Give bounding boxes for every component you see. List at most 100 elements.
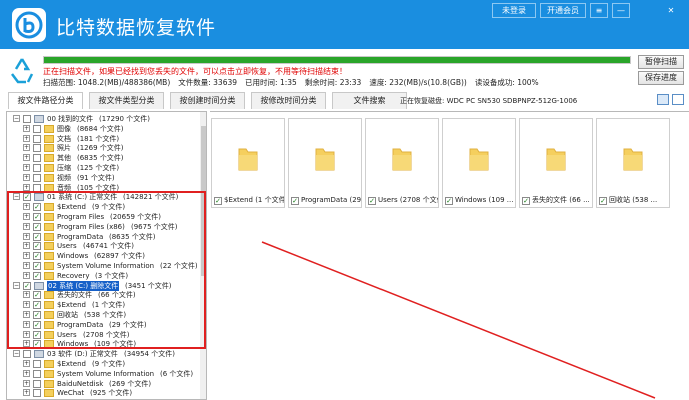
expand-toggle[interactable]: + xyxy=(23,203,30,211)
expand-toggle[interactable]: + xyxy=(23,124,30,132)
expand-toggle[interactable]: + xyxy=(23,330,30,338)
folder-card[interactable]: ✓ 回收站 (538 ... xyxy=(596,118,670,208)
tree-item[interactable]: + ✓ $Extend (1 个文件) xyxy=(7,300,200,310)
tree-checkbox[interactable] xyxy=(33,164,41,172)
tree-item[interactable]: + ✓ Program Files (20659 个文件) xyxy=(7,212,200,222)
tree-checkbox[interactable]: ✓ xyxy=(33,340,41,349)
tree-checkbox[interactable]: ✓ xyxy=(33,242,41,251)
expand-toggle[interactable]: + xyxy=(23,389,30,397)
tree-checkbox[interactable] xyxy=(33,369,41,378)
expand-toggle[interactable]: + xyxy=(23,340,30,348)
tree-item[interactable]: + 照片 (1269 个文件) xyxy=(7,143,200,153)
tree-checkbox[interactable] xyxy=(23,350,31,359)
tree-item[interactable]: + ✓ Recovery (3 个文件) xyxy=(7,271,200,281)
tree-checkbox[interactable] xyxy=(33,379,41,388)
folder-card[interactable]: ✓ Windows (109 ... xyxy=(442,118,516,208)
expand-toggle[interactable]: + xyxy=(23,379,30,387)
tree-scrollbar[interactable] xyxy=(200,112,206,399)
tab-by-path[interactable]: 按文件路径分类 xyxy=(8,92,83,109)
folder-card[interactable]: ✓ 丢失的文件 (66 ... xyxy=(519,118,593,208)
file-tree[interactable]: − 00 找到的文件 (17290 个文件) + 图像 (8684 个文件) + 文档 (181… xyxy=(6,111,207,400)
expand-toggle[interactable]: + xyxy=(23,164,30,171)
folder-card-checkbox[interactable]: ✓ xyxy=(291,197,299,205)
tab-search[interactable]: 文件搜索 xyxy=(332,92,407,109)
minimize-icon[interactable]: — xyxy=(612,3,630,18)
tree-item[interactable]: + 音频 (105 个文件) xyxy=(7,183,200,193)
expand-toggle[interactable]: − xyxy=(13,115,20,122)
tree-checkbox[interactable] xyxy=(33,173,41,182)
grid-view-icon[interactable] xyxy=(672,94,684,105)
expand-toggle[interactable]: + xyxy=(23,291,30,299)
tree-checkbox[interactable]: ✓ xyxy=(33,203,41,212)
expand-toggle[interactable]: − xyxy=(13,281,20,289)
tree-item[interactable]: + ✓ $Extend (9 个文件) xyxy=(7,202,200,212)
expand-toggle[interactable]: + xyxy=(23,232,30,240)
expand-toggle[interactable]: + xyxy=(23,360,30,367)
tree-partition[interactable]: − 00 找到的文件 (17290 个文件) xyxy=(7,114,200,124)
menu-icon[interactable]: ≡ xyxy=(590,3,608,18)
tab-by-modified[interactable]: 按修改时间分类 xyxy=(251,92,326,109)
tree-item[interactable]: + ✓ Windows (62897 个文件) xyxy=(7,251,200,261)
tree-partition[interactable]: − ✓ 01 系统 (C:) 正常文件 (142821 个文件) xyxy=(7,192,200,202)
folder-card[interactable]: ✓Users (2708 个文件) xyxy=(365,118,439,208)
tab-by-created[interactable]: 按创建时间分类 xyxy=(170,92,245,109)
folder-card-checkbox[interactable]: ✓ xyxy=(599,197,607,205)
tree-item[interactable]: + 压缩 (125 个文件) xyxy=(7,163,200,173)
tree-item[interactable]: + 其他 (6835 个文件) xyxy=(7,153,200,163)
expand-toggle[interactable]: + xyxy=(23,252,30,260)
expand-toggle[interactable]: + xyxy=(23,311,30,318)
tree-partition[interactable]: − ✓ 02 系统 (C:) 删除文件 (3451 个文件) xyxy=(7,280,200,291)
folder-card[interactable]: ✓$Extend (1 个文件) xyxy=(211,118,285,208)
expand-toggle[interactable]: + xyxy=(23,134,30,142)
tree-item[interactable]: + ✓ Users (46741 个文件) xyxy=(7,241,200,251)
tree-checkbox[interactable]: ✓ xyxy=(33,330,41,339)
vip-button[interactable]: 开通会员 xyxy=(540,3,586,18)
pause-scan-button[interactable]: 暂停扫描 xyxy=(638,55,684,69)
expand-toggle[interactable]: + xyxy=(23,222,30,230)
tree-checkbox[interactable]: ✓ xyxy=(33,232,41,241)
tree-item[interactable]: + ✓ ProgramData (29 个文件) xyxy=(7,320,200,330)
folder-card-checkbox[interactable]: ✓ xyxy=(214,197,222,205)
tree-checkbox[interactable] xyxy=(33,134,41,143)
tree-checkbox[interactable]: ✓ xyxy=(33,311,41,319)
tree-item[interactable]: + ✓ Program Files (x86) (9675 个文件) xyxy=(7,222,200,232)
tree-item[interactable]: + BaiduNetdisk (269 个文件) xyxy=(7,379,200,389)
expand-toggle[interactable]: + xyxy=(23,271,30,279)
expand-toggle[interactable]: + xyxy=(23,173,30,181)
tree-checkbox[interactable] xyxy=(33,124,41,133)
expand-toggle[interactable]: + xyxy=(23,213,30,220)
folder-card-checkbox[interactable]: ✓ xyxy=(445,197,453,205)
login-button[interactable]: 未登录 xyxy=(492,3,536,18)
tree-item[interactable]: + 文档 (181 个文件) xyxy=(7,134,200,144)
tree-item[interactable]: + 视频 (91 个文件) xyxy=(7,173,200,183)
tree-checkbox[interactable] xyxy=(33,389,41,398)
close-icon[interactable]: ✕ xyxy=(662,3,680,18)
expand-toggle[interactable]: − xyxy=(13,350,20,358)
folder-card-checkbox[interactable]: ✓ xyxy=(522,197,530,205)
list-view-icon[interactable] xyxy=(657,94,669,105)
folder-card-checkbox[interactable]: ✓ xyxy=(368,197,376,205)
expand-toggle[interactable]: + xyxy=(23,301,30,309)
tree-item[interactable]: + WeChat (925 个文件) xyxy=(7,388,200,398)
tree-checkbox[interactable]: ✓ xyxy=(33,291,41,300)
tree-checkbox[interactable] xyxy=(23,115,31,123)
tree-checkbox[interactable] xyxy=(33,183,41,192)
expand-toggle[interactable]: + xyxy=(23,369,30,377)
tree-item[interactable]: + $Extend (9 个文件) xyxy=(7,359,200,369)
tree-item[interactable]: + ✓ Users (2708 个文件) xyxy=(7,330,200,340)
tree-checkbox[interactable] xyxy=(33,154,41,163)
tree-checkbox[interactable]: ✓ xyxy=(33,222,41,231)
tree-checkbox[interactable]: ✓ xyxy=(33,271,41,280)
expand-toggle[interactable]: − xyxy=(13,193,20,201)
tree-item[interactable]: + ✓ ProgramData (8635 个文件) xyxy=(7,232,200,242)
expand-toggle[interactable]: + xyxy=(23,183,30,191)
folder-card[interactable]: ✓ProgramData (29... xyxy=(288,118,362,208)
expand-toggle[interactable]: + xyxy=(23,262,30,269)
tree-checkbox[interactable] xyxy=(33,360,41,368)
tree-item[interactable]: + ✓ System Volume Information (22 个文件) xyxy=(7,261,200,271)
expand-toggle[interactable]: + xyxy=(23,144,30,152)
tab-by-type[interactable]: 按文件类型分类 xyxy=(89,92,164,109)
tree-checkbox[interactable]: ✓ xyxy=(33,301,41,310)
tree-item[interactable]: + ✓ Windows (109 个文件) xyxy=(7,339,200,349)
tree-checkbox[interactable]: ✓ xyxy=(23,281,31,290)
